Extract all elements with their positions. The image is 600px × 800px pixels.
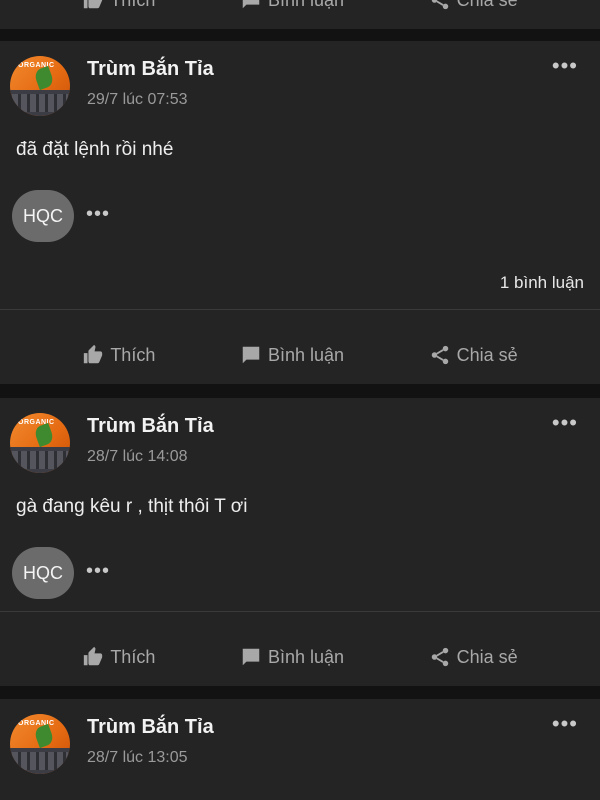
share-label: Chia sẻ — [457, 0, 518, 11]
author-name[interactable]: Trùm Bắn Tỉa — [87, 415, 214, 438]
post-timestamp[interactable]: 28/7 lúc 14:08 — [87, 448, 214, 466]
post-meta: Trùm Bắn Tỉa 28/7 lúc 14:08 — [87, 415, 214, 466]
share-button[interactable]: Chia sẻ — [429, 0, 518, 11]
more-options-icon[interactable]: ••• — [552, 713, 578, 735]
action-bar: Thích Bình luận Chia sẻ — [0, 628, 600, 686]
leaf-graphic — [33, 65, 55, 91]
like-label: Thích — [110, 0, 155, 11]
post-card: ORGANIC Trùm Bắn Tỉa 28/7 lúc 14:08 ••• … — [0, 398, 600, 686]
avatar[interactable]: ORGANIC — [10, 413, 70, 473]
thumbs-up-icon — [84, 0, 103, 9]
share-label: Chia sẻ — [456, 646, 518, 667]
top-action-bar-card: Thích Bình luận Chia sẻ — [0, 0, 600, 29]
avatar[interactable]: ORGANIC — [10, 714, 70, 774]
post-header: ORGANIC Trùm Bắn Tỉa 28/7 lúc 13:05 — [10, 714, 214, 774]
reactor-avatar[interactable]: HQC — [12, 190, 74, 242]
share-icon — [431, 647, 448, 667]
like-button[interactable]: Thích — [82, 344, 155, 366]
post-header: ORGANIC Trùm Bắn Tỉa 29/7 lúc 07:53 — [10, 56, 214, 116]
comment-button[interactable]: Bình luận — [240, 0, 344, 11]
share-label: Chia sẻ — [456, 344, 518, 365]
more-options-icon[interactable]: ••• — [552, 55, 578, 77]
comment-label: Bình luận — [267, 344, 345, 365]
share-button[interactable]: Chia sẻ — [429, 344, 518, 366]
divider — [0, 309, 600, 310]
divider — [0, 611, 600, 612]
leaf-graphic — [33, 723, 55, 749]
post-timestamp[interactable]: 29/7 lúc 07:53 — [87, 91, 214, 109]
post-card: ORGANIC Trùm Bắn Tỉa 29/7 lúc 07:53 ••• … — [0, 41, 600, 384]
post-timestamp[interactable]: 28/7 lúc 13:05 — [87, 749, 214, 767]
comment-icon — [242, 0, 260, 9]
avatar[interactable]: ORGANIC — [10, 56, 70, 116]
avatar-band — [10, 748, 70, 774]
comment-icon — [242, 648, 260, 666]
action-bar: Thích Bình luận Chia sẻ — [0, 326, 600, 384]
post-card: ORGANIC Trùm Bắn Tỉa 28/7 lúc 13:05 ••• — [0, 699, 600, 800]
comment-label: Bình luận — [268, 0, 344, 11]
more-options-icon[interactable]: ••• — [552, 412, 578, 434]
share-icon — [431, 0, 448, 10]
comment-count[interactable]: 1 bình luận — [500, 273, 584, 293]
share-button[interactable]: Chia sẻ — [429, 646, 518, 668]
comment-label: Bình luận — [267, 646, 345, 667]
action-bar: Thích Bình luận Chia sẻ — [0, 0, 600, 29]
like-label: Thích — [110, 646, 156, 667]
avatar-band — [10, 90, 70, 116]
comment-button[interactable]: Bình luận — [240, 646, 344, 668]
post-meta: Trùm Bắn Tỉa 29/7 lúc 07:53 — [87, 58, 214, 109]
like-label: Thích — [110, 344, 156, 365]
like-button[interactable]: Thích — [82, 646, 155, 668]
reactor-more-icon[interactable]: ••• — [86, 203, 110, 226]
post-text: gà đang kêu r , thịt thôi T ơi — [16, 496, 248, 517]
thumbs-up-icon — [84, 646, 103, 666]
thumbs-up-icon — [84, 344, 103, 364]
post-text: đã đặt lệnh rồi nhé — [16, 139, 174, 160]
author-name[interactable]: Trùm Bắn Tỉa — [87, 58, 214, 81]
reactor-avatar[interactable]: HQC — [12, 547, 74, 599]
leaf-graphic — [33, 422, 55, 448]
share-icon — [431, 345, 448, 365]
comment-icon — [242, 346, 260, 364]
comment-button[interactable]: Bình luận — [240, 344, 344, 366]
like-button[interactable]: Thích — [82, 0, 155, 11]
reactor-more-icon[interactable]: ••• — [86, 560, 110, 583]
post-header: ORGANIC Trùm Bắn Tỉa 28/7 lúc 14:08 — [10, 413, 214, 473]
author-name[interactable]: Trùm Bắn Tỉa — [87, 716, 214, 739]
post-meta: Trùm Bắn Tỉa 28/7 lúc 13:05 — [87, 716, 214, 767]
avatar-band — [10, 447, 70, 473]
